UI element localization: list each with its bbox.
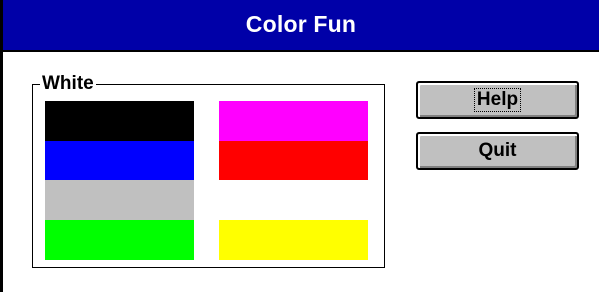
quit-button[interactable]: Quit bbox=[416, 132, 579, 170]
swatch-white[interactable] bbox=[219, 180, 368, 220]
help-button-label: Help bbox=[473, 88, 522, 112]
title-bar[interactable]: Color Fun bbox=[3, 0, 599, 52]
quit-button-label: Quit bbox=[478, 140, 517, 161]
swatch-magenta[interactable] bbox=[219, 101, 368, 141]
client-area: White Help Quit bbox=[3, 52, 599, 292]
swatch-yellow[interactable] bbox=[219, 220, 368, 260]
swatch-green[interactable] bbox=[45, 220, 194, 260]
color-group-box: White bbox=[32, 73, 385, 268]
help-button[interactable]: Help bbox=[416, 81, 579, 119]
swatch-gray[interactable] bbox=[45, 180, 194, 220]
swatch-red[interactable] bbox=[219, 141, 368, 180]
color-fun-window: Color Fun White Help Quit bbox=[0, 0, 599, 292]
group-box-label: White bbox=[40, 73, 96, 95]
window-title: Color Fun bbox=[245, 10, 357, 37]
swatch-blue[interactable] bbox=[45, 141, 194, 180]
swatch-black[interactable] bbox=[45, 101, 194, 141]
